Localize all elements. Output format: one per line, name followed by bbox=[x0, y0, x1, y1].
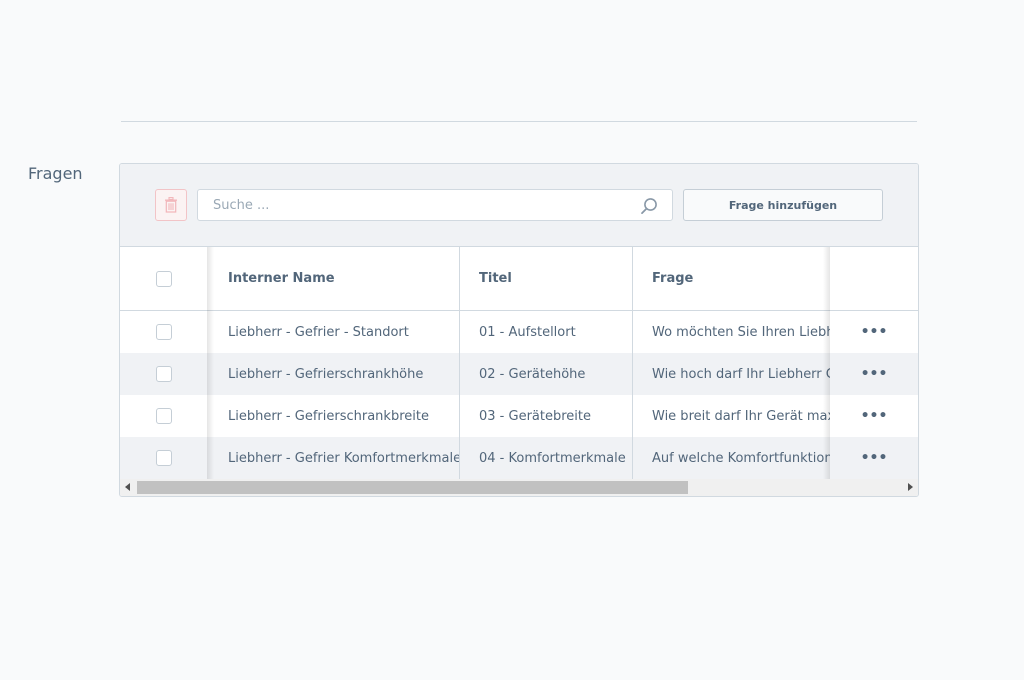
cell-question: Wie hoch darf Ihr Liebherr Gefr bbox=[652, 366, 830, 382]
table-row: Liebherr - Gefrier Komfortmerkmale 04 - … bbox=[120, 437, 918, 479]
cell-title: 04 - Komfortmerkmale bbox=[479, 450, 626, 466]
cell-title: 02 - Gerätehöhe bbox=[479, 366, 586, 382]
cell-title: 03 - Gerätebreite bbox=[479, 408, 591, 424]
horizontal-scrollbar[interactable] bbox=[120, 479, 918, 496]
table-row: Liebherr - Gefrier - Standort 01 - Aufst… bbox=[120, 311, 918, 353]
questions-table: Interner Name Titel Frage Liebherr - Gef… bbox=[120, 247, 918, 479]
more-actions-icon[interactable]: ••• bbox=[861, 450, 888, 466]
pinned-column-shadow-right bbox=[823, 247, 830, 479]
cell-question: Auf welche Komfortfunktionen bbox=[652, 450, 830, 466]
row-checkbox-cell bbox=[120, 437, 208, 479]
row-actions-cell: ••• bbox=[830, 395, 918, 437]
row-checkbox-cell bbox=[120, 311, 208, 353]
row-checkbox[interactable] bbox=[156, 450, 172, 466]
more-actions-icon[interactable]: ••• bbox=[861, 324, 888, 340]
cell-question: Wie breit darf Ihr Gerät maxima bbox=[652, 408, 830, 424]
row-actions-cell: ••• bbox=[830, 437, 918, 479]
row-actions-cell: ••• bbox=[830, 311, 918, 353]
more-actions-icon[interactable]: ••• bbox=[861, 366, 888, 382]
cell-title: 01 - Aufstellort bbox=[479, 324, 576, 340]
row-checkbox-cell bbox=[120, 395, 208, 437]
search-field bbox=[197, 189, 673, 221]
table-row: Liebherr - Gefrierschrankbreite 03 - Ger… bbox=[120, 395, 918, 437]
row-checkbox[interactable] bbox=[156, 324, 172, 340]
table-row: Liebherr - Gefrierschrankhöhe 02 - Gerät… bbox=[120, 353, 918, 395]
column-header-question[interactable]: Frage bbox=[632, 247, 830, 310]
delete-button[interactable] bbox=[155, 189, 187, 221]
questions-grid: Frage hinzufügen Interner Name Titel Fra… bbox=[119, 163, 919, 497]
cell-internal-name: Liebherr - Gefrier - Standort bbox=[228, 324, 409, 340]
row-checkbox[interactable] bbox=[156, 366, 172, 382]
column-header-title[interactable]: Titel bbox=[459, 247, 632, 310]
cell-internal-name: Liebherr - Gefrierschrankhöhe bbox=[228, 366, 424, 382]
section-divider bbox=[121, 121, 917, 122]
add-question-button[interactable]: Frage hinzufügen bbox=[683, 189, 883, 221]
scroll-right-arrow-icon[interactable] bbox=[908, 483, 913, 491]
section-label-fragen: Fragen bbox=[28, 164, 83, 183]
column-divider bbox=[459, 247, 460, 479]
select-all-checkbox[interactable] bbox=[156, 270, 172, 287]
cell-question: Wo möchten Sie Ihren Liebherr bbox=[652, 324, 830, 340]
scrollbar-thumb[interactable] bbox=[137, 481, 688, 494]
row-actions-cell: ••• bbox=[830, 353, 918, 395]
column-divider bbox=[632, 247, 633, 479]
scroll-left-arrow-icon[interactable] bbox=[125, 483, 130, 491]
trash-icon bbox=[165, 197, 177, 213]
column-header-internal-name[interactable]: Interner Name bbox=[208, 247, 459, 310]
cell-internal-name: Liebherr - Gefrier Komfortmerkmale bbox=[228, 450, 459, 466]
search-icon[interactable] bbox=[640, 197, 658, 215]
header-checkbox-cell bbox=[120, 247, 208, 310]
pinned-column-shadow-left bbox=[207, 247, 214, 479]
row-checkbox[interactable] bbox=[156, 408, 172, 424]
column-header-actions bbox=[830, 247, 918, 310]
more-actions-icon[interactable]: ••• bbox=[861, 408, 888, 424]
table-header-row: Interner Name Titel Frage bbox=[120, 247, 918, 311]
search-input[interactable] bbox=[198, 190, 672, 220]
grid-toolbar: Frage hinzufügen bbox=[120, 164, 918, 247]
row-checkbox-cell bbox=[120, 353, 208, 395]
cell-internal-name: Liebherr - Gefrierschrankbreite bbox=[228, 408, 429, 424]
